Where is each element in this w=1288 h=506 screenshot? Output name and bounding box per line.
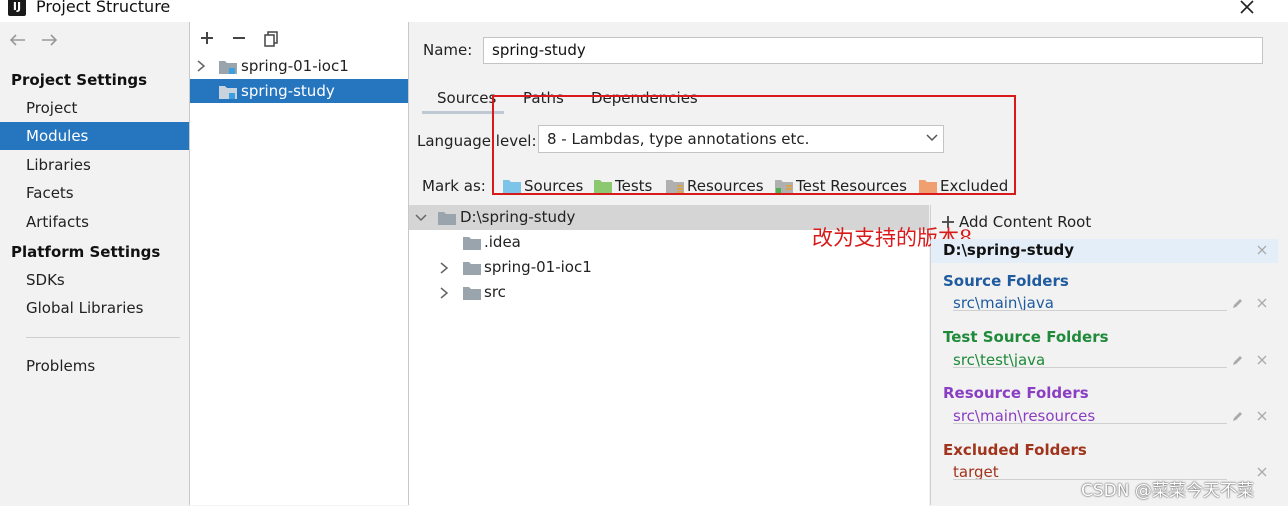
copy-icon[interactable] xyxy=(262,29,280,47)
row-divider xyxy=(953,423,1227,424)
folder-icon xyxy=(438,210,456,225)
remove-icon[interactable] xyxy=(1257,467,1267,477)
tab-sources[interactable]: Sources xyxy=(437,89,496,107)
module-item-label: spring-study xyxy=(241,82,335,100)
row-divider xyxy=(953,310,1227,311)
title-bar xyxy=(0,0,1288,22)
pencil-icon[interactable] xyxy=(1232,297,1244,309)
chevron-right-icon[interactable] xyxy=(439,262,449,274)
tree-item-src[interactable]: src xyxy=(409,280,929,304)
pencil-icon[interactable] xyxy=(1232,354,1244,366)
resource-folders-heading: Resource Folders xyxy=(943,384,1089,402)
remove-icon[interactable] xyxy=(1257,411,1267,421)
tree-item-label: src xyxy=(484,283,506,301)
folder-icon xyxy=(463,285,481,300)
module-name-input[interactable]: spring-study xyxy=(483,37,1263,64)
section-platform-settings: Platform Settings xyxy=(11,243,161,261)
add-content-root-label: Add Content Root xyxy=(959,213,1092,231)
remove-icon[interactable] xyxy=(230,29,248,47)
sidebar-item-libraries[interactable]: Libraries xyxy=(0,151,189,179)
sidebar-item-problems[interactable]: Problems xyxy=(0,352,189,380)
annotation-highlight-box xyxy=(492,95,1016,195)
app-logo-icon: IJ xyxy=(8,0,26,16)
folder-icon xyxy=(463,260,481,275)
sidebar-item-project[interactable]: Project xyxy=(0,94,189,122)
chevron-right-icon[interactable] xyxy=(439,287,449,299)
sidebar-item-artifacts[interactable]: Artifacts xyxy=(0,208,189,236)
module-folder-icon xyxy=(219,59,237,74)
sidebar-item-modules[interactable]: Modules xyxy=(0,122,189,150)
sidebar-item-facets[interactable]: Facets xyxy=(0,179,189,207)
row-divider xyxy=(953,367,1227,368)
sidebar-item-global-libraries[interactable]: Global Libraries xyxy=(0,294,189,322)
module-item-spring-01-ioc1[interactable]: spring-01-ioc1 xyxy=(190,54,408,78)
add-icon[interactable] xyxy=(198,29,216,47)
tree-item-spring-01-ioc1[interactable]: spring-01-ioc1 xyxy=(409,255,929,279)
sidebar-divider xyxy=(26,337,180,338)
watermark-text: CSDN @菜菜今天不菜 xyxy=(1081,481,1254,501)
mark-as-label: Mark as: xyxy=(422,177,486,195)
remove-icon[interactable] xyxy=(1257,355,1267,365)
content-root-title: D:\spring-study xyxy=(943,241,1075,259)
folder-icon xyxy=(463,235,481,250)
section-project-settings: Project Settings xyxy=(11,71,148,89)
back-arrow-icon[interactable] xyxy=(8,32,28,48)
sidebar-item-sdks[interactable]: SDKs xyxy=(0,266,189,294)
module-item-spring-study[interactable]: spring-study xyxy=(190,79,408,103)
window-title: Project Structure xyxy=(36,0,171,16)
remove-root-icon[interactable] xyxy=(1257,245,1267,255)
module-item-label: spring-01-ioc1 xyxy=(241,57,349,75)
pencil-icon[interactable] xyxy=(1232,410,1244,422)
chevron-right-icon[interactable] xyxy=(196,60,206,72)
source-folders-heading: Source Folders xyxy=(943,272,1069,290)
tree-item-label: .idea xyxy=(484,233,521,251)
forward-arrow-icon[interactable] xyxy=(39,32,59,48)
chevron-down-icon[interactable] xyxy=(414,213,428,223)
excluded-folders-heading: Excluded Folders xyxy=(943,441,1087,459)
remove-icon[interactable] xyxy=(1257,298,1267,308)
close-icon[interactable] xyxy=(1236,0,1258,18)
tree-root-label: D:\spring-study xyxy=(460,208,576,226)
module-folder-icon xyxy=(219,84,237,99)
test-source-folders-heading: Test Source Folders xyxy=(943,328,1109,346)
name-label: Name: xyxy=(423,41,473,59)
tree-item-label: spring-01-ioc1 xyxy=(484,258,592,276)
